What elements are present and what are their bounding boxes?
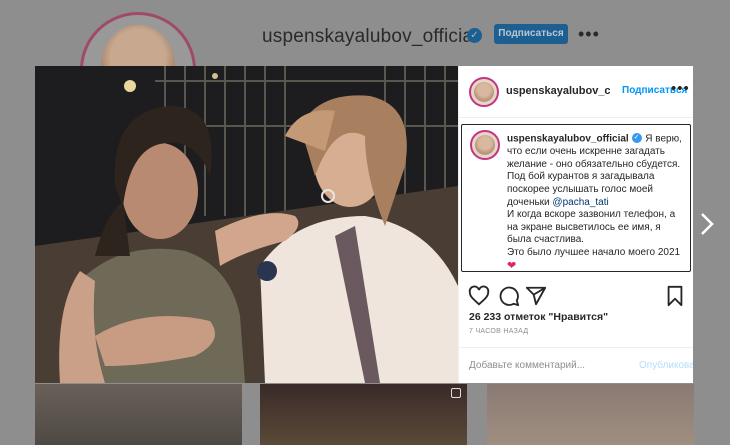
- post-options-icon[interactable]: •••: [671, 80, 690, 97]
- caption: uspenskayalubov_official ✓ Я верю, что е…: [461, 124, 691, 272]
- carousel-icon: [451, 388, 461, 398]
- verified-icon: ✓: [631, 133, 642, 143]
- caption-author-avatar[interactable]: [470, 130, 500, 160]
- comment-icon[interactable]: [498, 285, 520, 307]
- comment-input[interactable]: [469, 360, 609, 371]
- caption-username[interactable]: uspenskayalubov_official: [507, 134, 629, 145]
- share-icon[interactable]: [525, 285, 547, 307]
- profile-more-icon[interactable]: •••: [578, 24, 600, 45]
- caption-mention[interactable]: @pacha_tati: [552, 197, 608, 208]
- verified-icon: ✓: [467, 28, 482, 43]
- comment-bar: Опубликовать: [459, 347, 693, 383]
- post-timestamp[interactable]: 7 ЧАСОВ НАЗАД: [469, 328, 528, 335]
- heart-icon[interactable]: [468, 285, 490, 307]
- caption-line-4: Это было лучшее начало моего 2021: [507, 246, 681, 258]
- heart-emoji-icon: ❤: [507, 259, 517, 272]
- post-author-avatar[interactable]: [469, 77, 499, 107]
- post-actions: [459, 279, 693, 309]
- caption-line-3: И когда вскоре зазвонил телефон, а на эк…: [507, 209, 676, 246]
- post-author-username[interactable]: uspenskayalubov_c: [506, 85, 626, 97]
- publish-button[interactable]: Опубликовать: [639, 360, 693, 371]
- grid-thumbnail[interactable]: [260, 384, 467, 445]
- grid-thumbnail[interactable]: [487, 384, 694, 445]
- profile-subscribe-button[interactable]: Подписаться: [494, 24, 568, 44]
- post-header: uspenskayalubov_c Подписаться •••: [459, 66, 693, 118]
- grid-thumbnail[interactable]: [35, 384, 242, 445]
- profile-username: uspenskayalubov_official: [262, 26, 478, 47]
- bookmark-icon[interactable]: [664, 285, 686, 307]
- post-modal: uspenskayalubov_c Подписаться ••• uspens…: [35, 66, 693, 383]
- post-sidebar: uspenskayalubov_c Подписаться ••• uspens…: [458, 66, 693, 383]
- caption-text: uspenskayalubov_official ✓ Я верю, что е…: [507, 133, 687, 272]
- post-photo[interactable]: [35, 66, 458, 383]
- chevron-right-icon[interactable]: [699, 211, 715, 237]
- likes-count[interactable]: 26 233 отметок "Нравится": [469, 311, 608, 323]
